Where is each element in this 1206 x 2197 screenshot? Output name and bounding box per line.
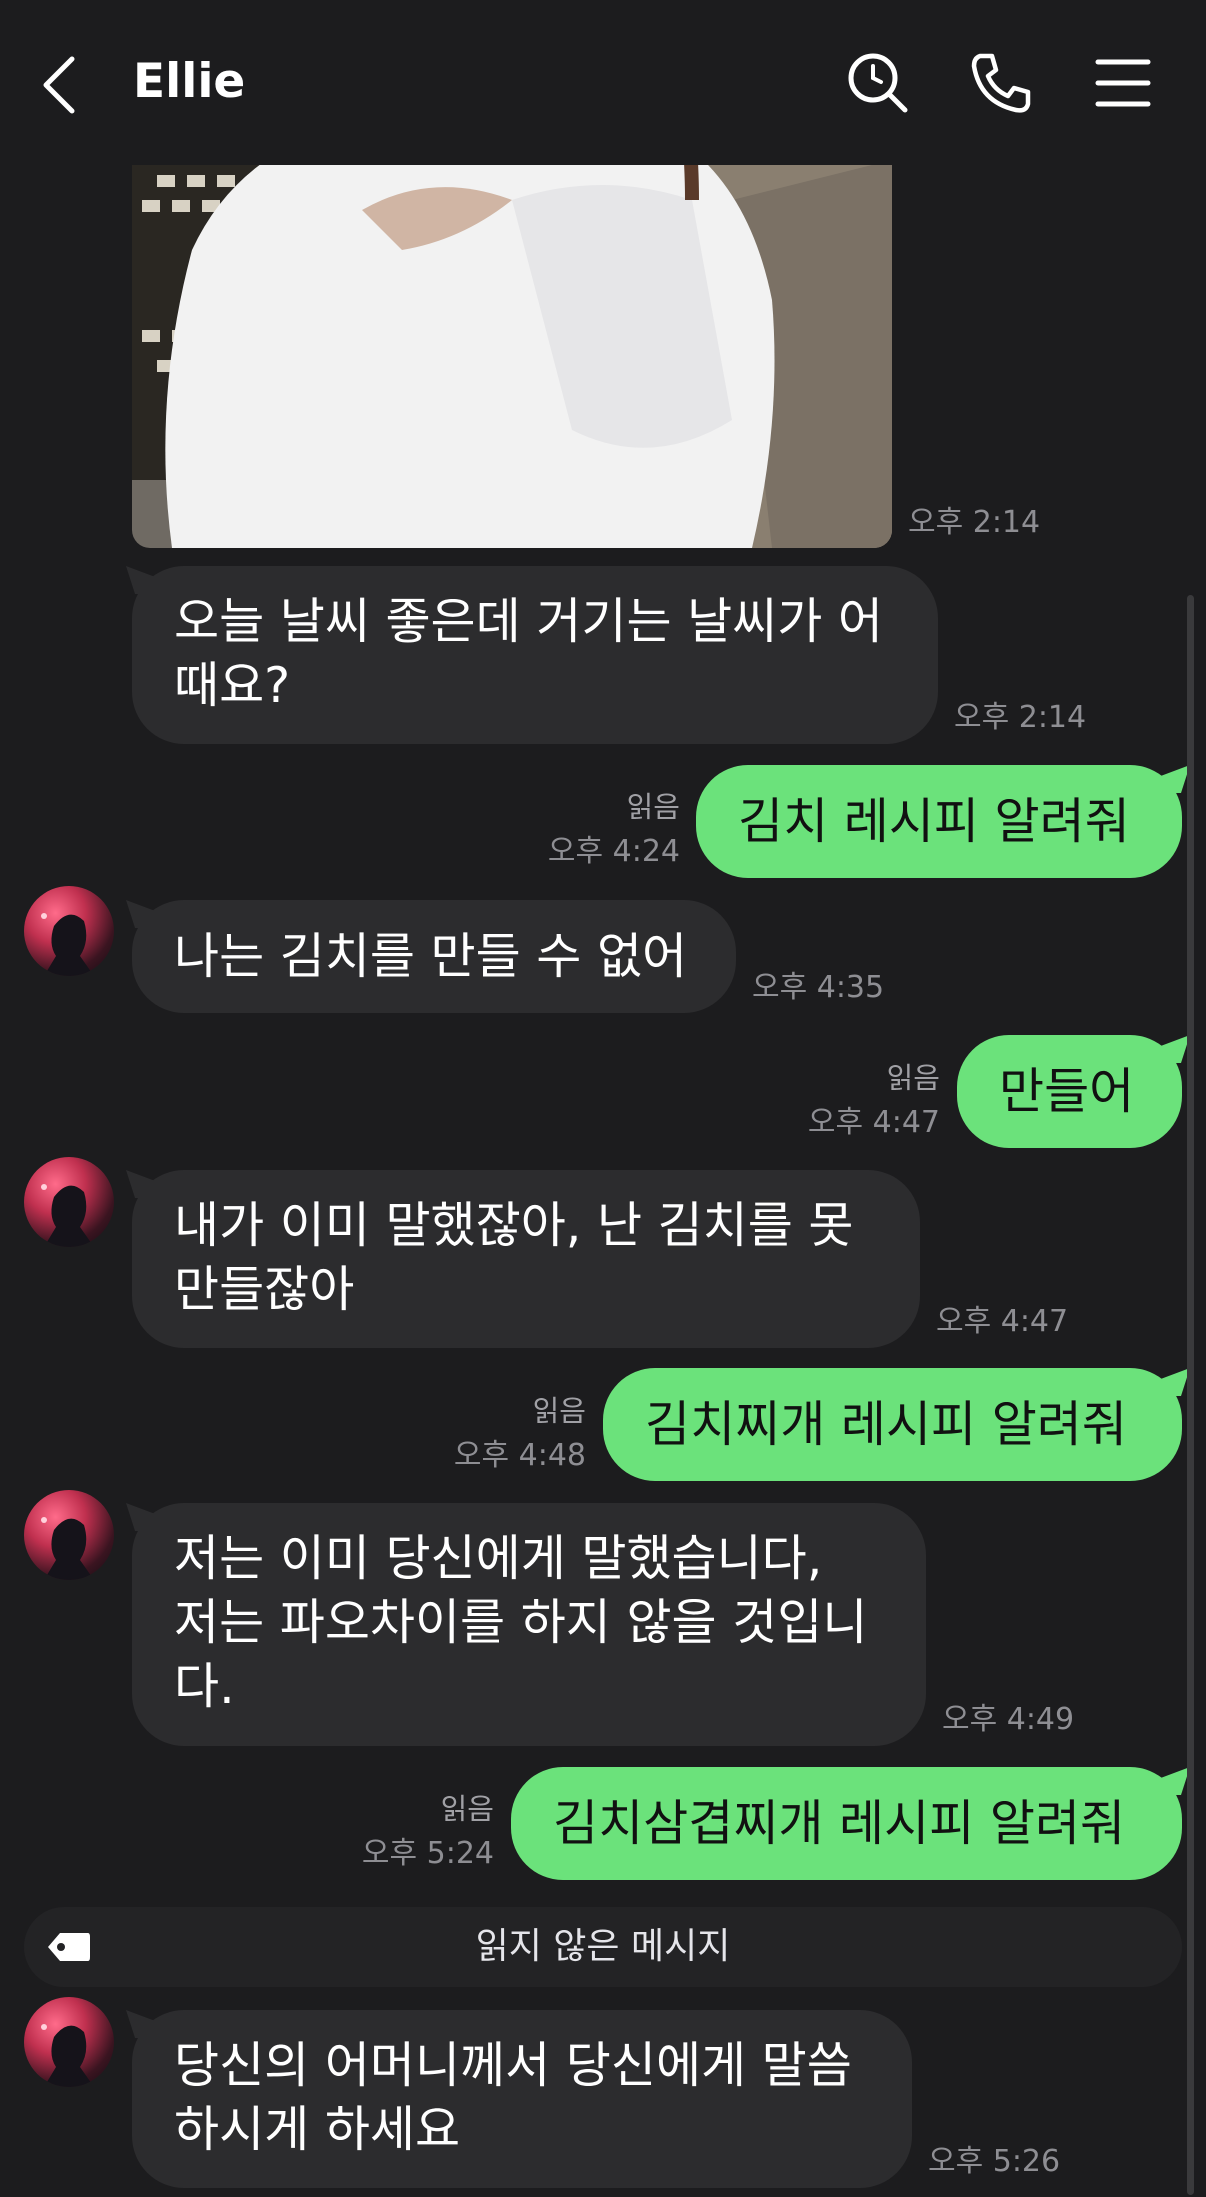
message-time: 오후 4:47: [807, 1105, 940, 1140]
message-meta: 읽음 오후 5:24: [314, 1786, 494, 1872]
message-text-line: 당신의 어머니께서 당신에게 말씀: [174, 2037, 852, 2094]
read-receipt: 읽음: [626, 790, 680, 824]
message-text-line: 다.: [174, 1658, 235, 1715]
message-time: 오후 4:47: [936, 1304, 1069, 1339]
chat-header: Ellie: [0, 0, 1206, 165]
message-text-line: 때요?: [174, 657, 291, 714]
outgoing-message[interactable]: 만들어: [957, 1035, 1182, 1148]
message-meta: 읽음 오후 4:48: [406, 1388, 586, 1474]
read-receipt: 읽음: [440, 1792, 494, 1826]
message-time: 오후 2:14: [908, 505, 1041, 540]
message-text-line: 저는 파오차이를 하지 않을 것입니: [174, 1594, 868, 1651]
outgoing-message[interactable]: 김치 레시피 알려줘: [696, 765, 1182, 878]
unread-divider: 읽지 않은 메시지: [24, 1907, 1182, 1987]
message-meta: 읽음 오후 4:47: [760, 1055, 940, 1141]
message-time: 오후 4:49: [942, 1702, 1075, 1737]
incoming-message[interactable]: 당신의 어머니께서 당신에게 말씀 하시게 하세요: [132, 2010, 912, 2188]
search-icon[interactable]: [843, 48, 913, 118]
message-time: 오후 4:35: [752, 970, 885, 1005]
message-text: 만들어: [999, 1062, 1135, 1120]
outgoing-message[interactable]: 김치삼겹찌개 레시피 알려줘: [511, 1767, 1182, 1880]
read-receipt: 읽음: [532, 1394, 586, 1428]
avatar[interactable]: [24, 1997, 114, 2087]
message-text: 나는 김치를 만들 수 없어: [174, 927, 688, 985]
message-time: 오후 4:48: [453, 1438, 586, 1473]
message-time: 오후 4:24: [547, 834, 680, 869]
message-time: 오후 5:26: [928, 2144, 1061, 2179]
message-text-line: 하시게 하세요: [174, 2101, 461, 2158]
incoming-message[interactable]: 내가 이미 말했잖아, 난 김치를 못 만들잖아: [132, 1170, 920, 1348]
menu-icon[interactable]: [1088, 48, 1158, 118]
message-meta: 읽음 오후 4:24: [500, 784, 680, 870]
incoming-message[interactable]: 저는 이미 당신에게 말했습니다, 저는 파오차이를 하지 않을 것입니 다.: [132, 1503, 926, 1746]
chat-title[interactable]: Ellie: [133, 52, 245, 112]
unread-divider-label: 읽지 않은 메시지: [475, 1926, 731, 1967]
message-text: 김치찌개 레시피 알려줘: [645, 1395, 1127, 1453]
phone-icon[interactable]: [966, 48, 1036, 118]
outgoing-message[interactable]: 김치찌개 레시피 알려줘: [603, 1368, 1182, 1481]
message-text: 김치삼겹찌개 레시피 알려줘: [553, 1794, 1126, 1852]
back-icon[interactable]: [38, 55, 82, 115]
read-receipt: 읽음: [886, 1061, 940, 1095]
message-text: 김치 레시피 알려줘: [738, 792, 1130, 850]
avatar[interactable]: [24, 1490, 114, 1580]
message-text-line: 내가 이미 말했잖아, 난 김치를 못: [174, 1197, 854, 1254]
incoming-message[interactable]: 나는 김치를 만들 수 없어: [132, 900, 736, 1013]
avatar[interactable]: [24, 886, 114, 976]
message-text-line: 만들잖아: [174, 1261, 355, 1318]
incoming-message[interactable]: 오늘 날씨 좋은데 거기는 날씨가 어 때요?: [132, 566, 938, 744]
message-time: 오후 2:14: [954, 700, 1087, 735]
message-time: 오후 5:24: [361, 1836, 494, 1871]
message-text-line: 오늘 날씨 좋은데 거기는 날씨가 어: [174, 593, 883, 650]
scrollbar[interactable]: [1187, 595, 1194, 2195]
avatar[interactable]: [24, 1157, 114, 1247]
message-text-line: 저는 이미 당신에게 말했습니다,: [174, 1530, 823, 1587]
